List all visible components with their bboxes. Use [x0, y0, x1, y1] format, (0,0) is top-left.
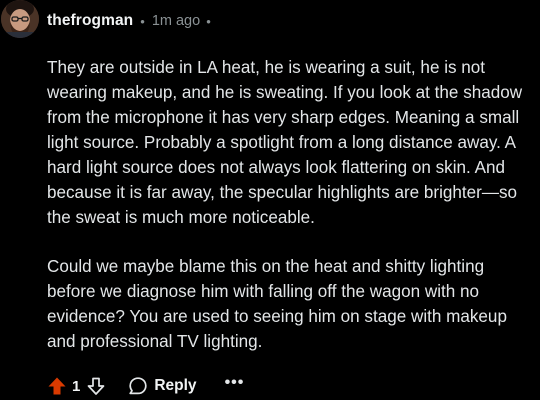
arrow-up-icon [48, 377, 66, 395]
reply-label: Reply [154, 377, 197, 394]
comment: thefrogman • 1m ago • They are outside i… [0, 0, 540, 400]
avatar[interactable] [1, 0, 39, 38]
comment-paragraph: They are outside in LA heat, he is weari… [47, 58, 523, 227]
meta-trailing-dot: • [206, 13, 211, 29]
speech-bubble-icon [129, 377, 147, 395]
upvote-button[interactable] [44, 373, 70, 399]
avatar-image [1, 0, 39, 38]
arrow-down-icon [87, 377, 105, 395]
username-link[interactable]: thefrogman [47, 12, 133, 30]
reply-button[interactable]: Reply [128, 376, 197, 396]
vote-score: 1 [72, 377, 81, 395]
meta-separator: • [140, 13, 145, 29]
timestamp[interactable]: 1m ago [152, 13, 200, 29]
comment-paragraph: Could we maybe blame this on the heat an… [47, 257, 507, 351]
comment-actions: 1 Reply ••• [44, 372, 244, 400]
downvote-button[interactable] [84, 373, 108, 399]
comment-header: thefrogman • 1m ago • [47, 10, 211, 32]
more-options-button[interactable]: ••• [225, 374, 245, 392]
comment-body: They are outside in LA heat, he is weari… [47, 55, 537, 354]
